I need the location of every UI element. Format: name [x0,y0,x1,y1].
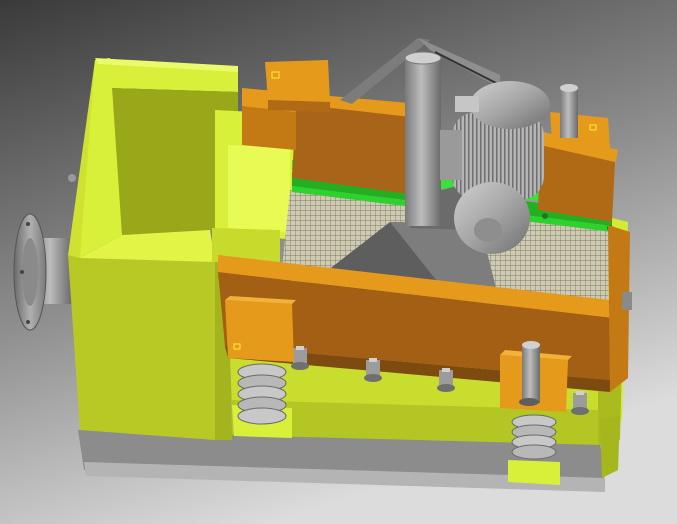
right-end-frame [600,415,620,478]
vent-pipe [560,84,578,138]
coil-spring [511,414,557,460]
cad-viewport[interactable] [0,0,677,524]
shale-shaker-model [0,0,677,524]
bolt [571,391,589,415]
bolt [364,358,382,382]
right-end-tab [622,292,632,310]
coil-spring [237,363,287,425]
bolt [437,368,455,392]
